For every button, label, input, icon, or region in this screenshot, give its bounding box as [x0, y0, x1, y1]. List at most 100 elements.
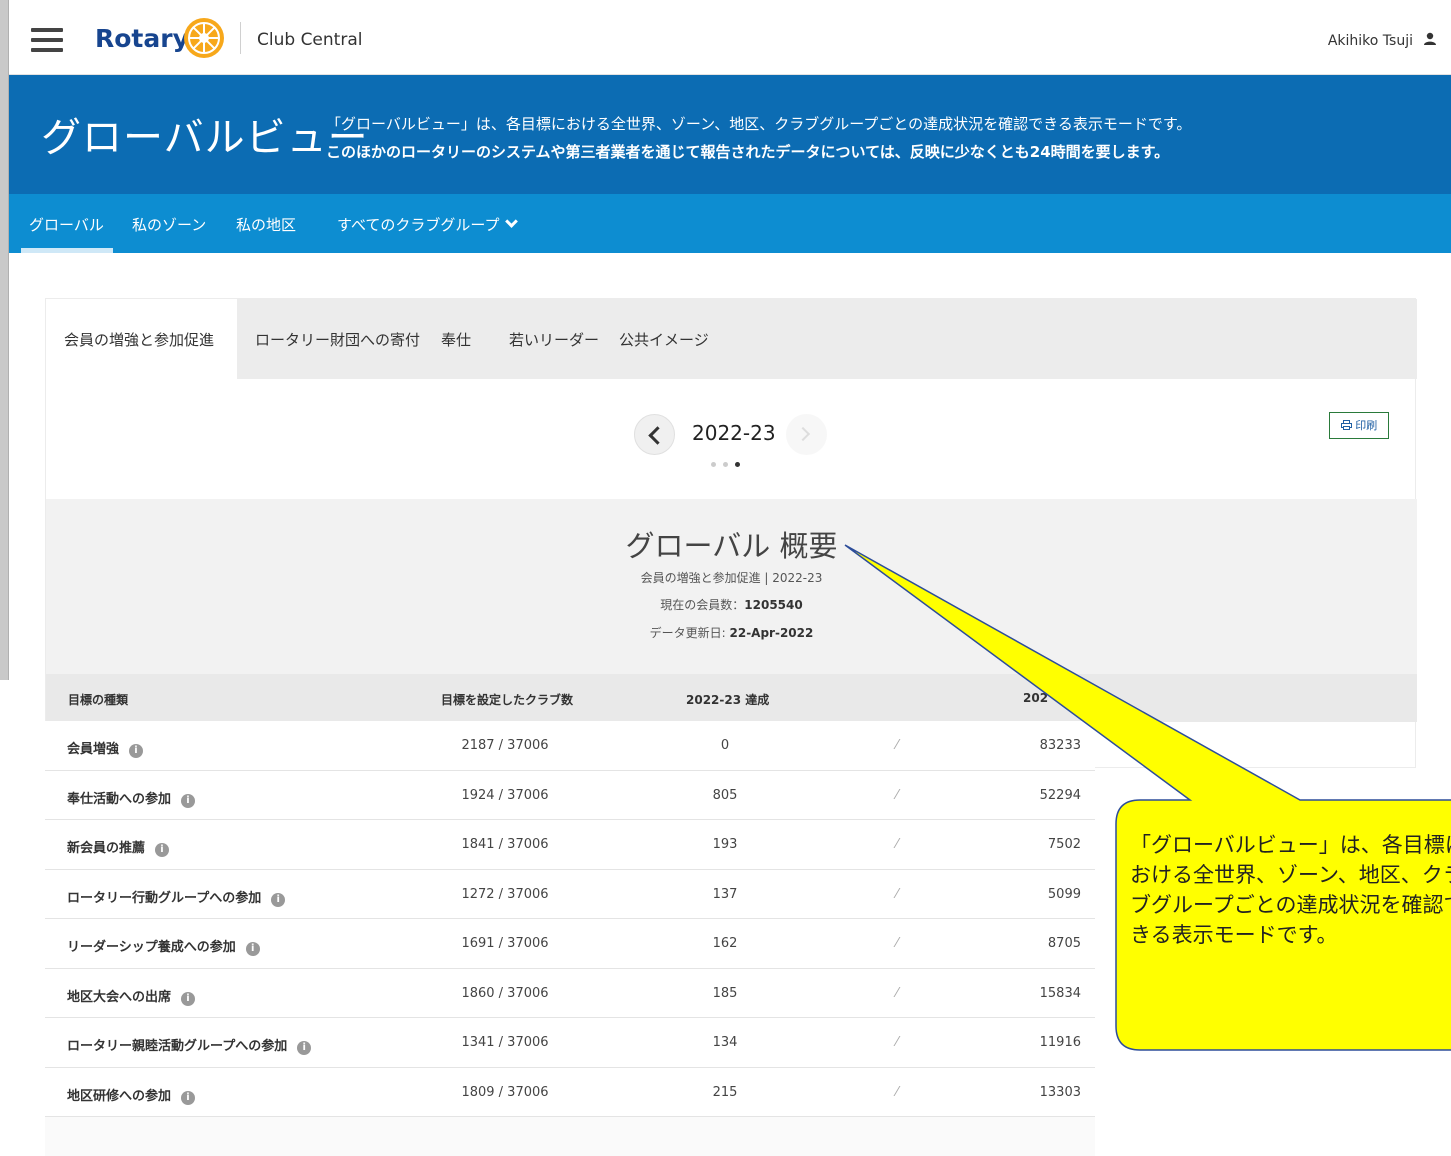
- page-notice: このほかのロータリーのシステムや第三者業者を通じて報告されたデータについては、反…: [326, 143, 1170, 161]
- info-icon[interactable]: i: [155, 843, 170, 857]
- print-button[interactable]: 印刷: [1329, 412, 1389, 439]
- goal-name: 新会員の推薦 i: [67, 837, 170, 857]
- rotary-logo-text[interactable]: Rotary: [95, 24, 189, 53]
- clubs-set-value: 1809 / 37006: [461, 1084, 549, 1100]
- app-name[interactable]: Club Central: [257, 30, 362, 50]
- nav-my-zone[interactable]: 私のゾーン: [132, 214, 206, 235]
- data-updated-value: 22-Apr-2022: [729, 626, 814, 640]
- tab-public-image[interactable]: 公共イメージ: [619, 329, 709, 350]
- goal-name: ロータリー親睦活動グループへの参加 i: [67, 1035, 312, 1055]
- goal-name: リーダーシップ養成への参加 i: [67, 936, 260, 956]
- info-icon[interactable]: i: [245, 942, 260, 956]
- overview-section: グローバル 概要 会員の増強と参加促進 | 2022-23 現在の会員数：120…: [46, 499, 1417, 674]
- info-icon[interactable]: i: [297, 1041, 312, 1055]
- year-page-dots: [711, 452, 747, 471]
- page-description: 「グローバルビュー」は、各目標における全世界、ゾーン、地区、クラブグループごとの…: [326, 115, 1192, 133]
- page-dot[interactable]: [723, 462, 728, 467]
- table-row: 地区研修への参加 i 1809 / 37006 215 ⁄ 13303: [45, 1067, 1095, 1117]
- table-footer: [45, 1117, 1095, 1156]
- previous-value: 7502: [1047, 837, 1081, 852]
- clubs-set-value: 1841 / 37006: [461, 837, 549, 852]
- clubs-set-value: 1860 / 37006: [461, 985, 549, 1001]
- user-icon[interactable]: [1423, 32, 1437, 46]
- trend-icon: ⁄: [895, 738, 899, 753]
- header-clubs-set[interactable]: 目標を設定したクラブ数: [441, 691, 573, 708]
- achieved-value: 215: [712, 1084, 738, 1100]
- info-icon[interactable]: i: [271, 892, 286, 907]
- nav-global[interactable]: グローバル: [29, 214, 104, 235]
- callout-text: 「グローバルビュー」は、各目標における全世界、ゾーン、地区、クラブグループごとの…: [1130, 833, 1451, 947]
- trend-icon: ⁄: [895, 1084, 899, 1100]
- info-icon[interactable]: i: [129, 744, 144, 758]
- previous-value: 15834: [1039, 985, 1081, 1001]
- trend-icon: ⁄: [895, 787, 899, 803]
- table-row: ロータリー親睦活動グループへの参加 i 1341 / 37006 134 ⁄ 11…: [45, 1018, 1095, 1068]
- print-label: 印刷: [1355, 419, 1378, 432]
- achieved-value: 134: [712, 1035, 738, 1050]
- clubs-set-value: 1924 / 37006: [461, 787, 549, 803]
- header-goal-type[interactable]: 目標の種類: [68, 691, 128, 708]
- hamburger-menu-icon[interactable]: [31, 28, 63, 52]
- table-row: リーダーシップ養成への参加 i 1691 / 37006 162 ⁄ 8705: [45, 919, 1095, 969]
- member-count-label: 現在の会員数：: [660, 598, 745, 612]
- trend-icon: ⁄: [895, 1035, 899, 1050]
- overview-subtitle: 会員の増強と参加促進 | 2022-23: [640, 571, 823, 585]
- header-achieved[interactable]: 2022-23 達成: [686, 691, 769, 708]
- data-updated: データ更新日: 22-Apr-2022: [46, 624, 1417, 641]
- info-icon[interactable]: i: [181, 1090, 196, 1105]
- page-dot-active[interactable]: [735, 462, 740, 467]
- active-nav-indicator: [21, 248, 113, 253]
- achieved-value: 0: [720, 738, 730, 753]
- tab-membership[interactable]: 会員の増強と参加促進: [64, 329, 214, 350]
- next-year-button[interactable]: [786, 414, 827, 455]
- tab-service[interactable]: 奉仕: [441, 329, 471, 350]
- table-header: 目標の種類 目標を設定したクラブ数 2022-23 達成 202: [46, 674, 1417, 722]
- year-selector: 2022-23: [634, 414, 834, 474]
- previous-year-button[interactable]: [634, 414, 675, 455]
- achieved-value: 162: [712, 936, 738, 951]
- goal-name: 地区研修への参加 i: [67, 1085, 196, 1105]
- trend-icon: ⁄: [895, 837, 899, 852]
- nav-all-club-groups-label: すべてのクラブグループ: [337, 216, 500, 234]
- achieved-value: 185: [712, 985, 738, 1001]
- previous-value: 13303: [1039, 1084, 1081, 1100]
- page-title: グローバルビュー: [41, 115, 369, 161]
- previous-value: 8705: [1047, 936, 1081, 951]
- achieved-value: 805: [712, 787, 738, 803]
- goal-name: 会員増強 i: [67, 738, 144, 758]
- info-icon[interactable]: i: [181, 793, 196, 808]
- callout-box: 「グローバルビュー」は、各目標における全世界、ゾーン、地区、クラブグループごとの…: [1120, 800, 1451, 1050]
- table-row: 会員増強 i 2187 / 37006 0 ⁄ 83233: [45, 721, 1095, 771]
- tab-foundation[interactable]: ロータリー財団への寄付: [255, 329, 420, 350]
- tab-young-leaders[interactable]: 若いリーダー: [509, 329, 599, 350]
- category-tabs: 会員の増強と参加促進 ロータリー財団への寄付 奉仕 若いリーダー 公共イメージ: [46, 299, 1417, 379]
- year-label: 2022-23: [692, 421, 776, 445]
- clubs-set-value: 1341 / 37006: [461, 1035, 549, 1050]
- achieved-value: 193: [712, 837, 738, 852]
- logo-divider: [240, 22, 241, 54]
- previous-value: 5099: [1047, 886, 1081, 902]
- window-edge: [0, 0, 9, 680]
- scope-nav: グローバル 私のゾーン 私の地区 すべてのクラブグループ: [9, 194, 1451, 253]
- member-count: 現在の会員数：1205540: [46, 596, 1417, 613]
- page-header: グローバルビュー 「グローバルビュー」は、各目標における全世界、ゾーン、地区、ク…: [9, 75, 1451, 194]
- table-row: 奉仕活動への参加 i 1924 / 37006 805 ⁄ 52294: [45, 770, 1095, 820]
- table-row: ロータリー行動グループへの参加 i 1272 / 37006 137 ⁄ 5099: [45, 869, 1095, 919]
- nav-my-district[interactable]: 私の地区: [236, 214, 296, 235]
- member-count-value: 1205540: [744, 598, 803, 612]
- trend-icon: ⁄: [895, 936, 899, 951]
- nav-all-club-groups[interactable]: すべてのクラブグループ: [337, 214, 519, 235]
- info-icon[interactable]: i: [181, 991, 196, 1006]
- trend-icon: ⁄: [895, 985, 899, 1001]
- rotary-wheel-icon: [184, 18, 224, 58]
- chevron-down-icon: [505, 215, 519, 228]
- user-name[interactable]: Akihiko Tsuji: [1328, 33, 1413, 49]
- table-row: 新会員の推薦 i 1841 / 37006 193 ⁄ 7502: [45, 820, 1095, 870]
- trend-icon: ⁄: [895, 886, 899, 902]
- goal-name: ロータリー行動グループへの参加 i: [67, 887, 286, 907]
- previous-value: 52294: [1039, 787, 1081, 803]
- header-previous[interactable]: 202: [1023, 691, 1048, 705]
- clubs-set-value: 1272 / 37006: [461, 886, 549, 902]
- printer-icon: [1340, 420, 1352, 430]
- page-dot[interactable]: [711, 462, 716, 467]
